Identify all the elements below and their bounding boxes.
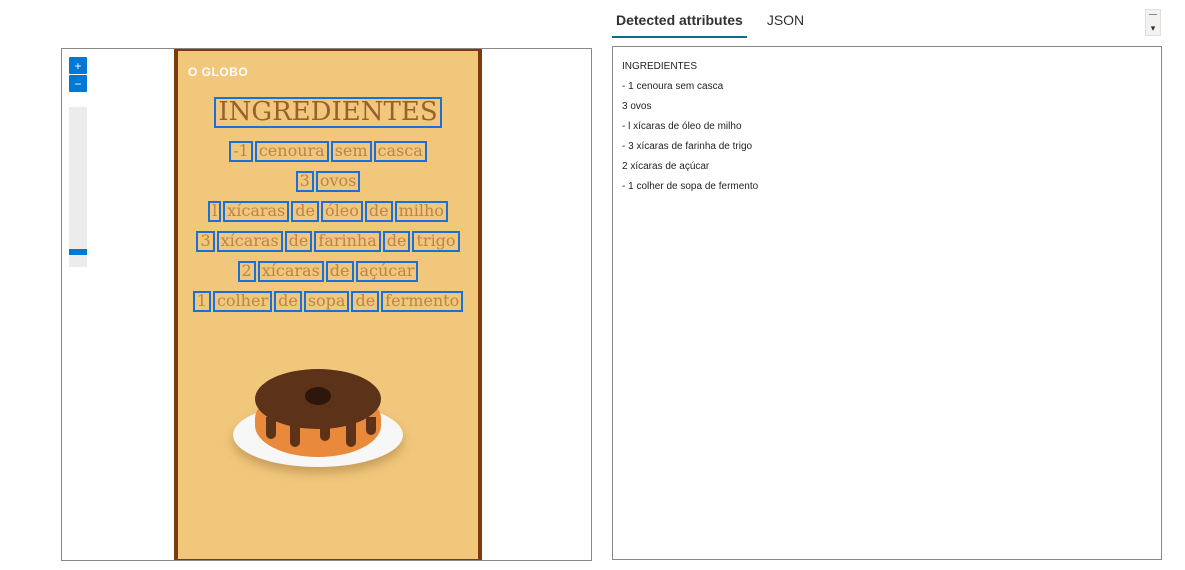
image-viewer: + − O GLOBO INGREDIENTES -1 cenoura sem cas… — [61, 48, 592, 561]
minus-icon: − — [74, 76, 82, 91]
ocr-word-box: de — [325, 261, 354, 282]
ocr-line: 2 xícaras de açúcar — [178, 261, 478, 282]
chevron-down-icon[interactable]: ▾ — [1151, 23, 1156, 33]
ocr-word-box: de — [284, 231, 313, 252]
ocr-word-box: ovos — [315, 171, 361, 192]
plus-icon: + — [74, 58, 82, 73]
ocr-word-box: 1 — [192, 291, 211, 312]
glaze-drip-shape — [320, 417, 330, 441]
cake-illustration — [228, 363, 408, 481]
panel-scroll-control[interactable]: ▾ — [1145, 9, 1161, 36]
tab-json[interactable]: JSON — [763, 2, 808, 38]
ocr-word-box: xícaras — [257, 261, 324, 282]
ocr-word-box: 3 — [295, 171, 314, 192]
ocr-word-box: 2 — [237, 261, 256, 282]
ocr-line: 3 xícaras de farinha de trigo — [178, 231, 478, 252]
ocr-word-box: INGREDIENTES — [214, 97, 442, 129]
zoom-in-button[interactable]: + — [69, 57, 87, 74]
ocr-word-box: -1 — [229, 141, 253, 162]
ocr-line: 3 ovos — [178, 171, 478, 192]
result-line: 2 xícaras de açúcar — [622, 161, 710, 172]
result-tabs: Detected attributes JSON — [612, 0, 824, 38]
ocr-word-box: xícaras — [223, 201, 290, 222]
detected-text-panel: INGREDIENTES - 1 cenoura sem casca 3 ovo… — [612, 46, 1162, 560]
ocr-word-box: óleo — [320, 201, 363, 222]
analyzed-image: O GLOBO INGREDIENTES -1 cenoura sem casca 3… — [174, 49, 482, 560]
zoom-slider-thumb[interactable] — [69, 249, 87, 255]
result-line: 3 ovos — [622, 101, 652, 112]
ocr-word-box: 3 — [196, 231, 215, 252]
ocr-word-box: l — [208, 201, 222, 222]
result-line: - 1 colher de sopa de fermento — [622, 181, 759, 192]
ocr-word-box: colher — [212, 291, 273, 312]
image-brand-logo: O GLOBO — [188, 65, 249, 79]
cake-hole-shape — [305, 387, 331, 405]
ocr-word-box: sem — [330, 141, 372, 162]
glaze-drip-shape — [290, 417, 300, 447]
ocr-word-box: trigo — [412, 231, 460, 252]
ocr-word-box: cenoura — [254, 141, 329, 162]
ocr-word-box: açúcar — [355, 261, 419, 282]
glaze-drip-shape — [266, 417, 276, 439]
ocr-word-box: de — [351, 291, 380, 312]
zoom-slider-track[interactable] — [69, 107, 87, 267]
glaze-drip-shape — [346, 417, 356, 447]
result-line: - l xícaras de óleo de milho — [622, 121, 742, 132]
ocr-word-box: sopa — [303, 291, 350, 312]
ocr-line: l xícaras de óleo de milho — [178, 201, 478, 222]
glaze-drip-shape — [366, 417, 376, 435]
ocr-word-box: fermento — [381, 291, 464, 312]
scroll-track-icon — [1149, 14, 1157, 15]
ocr-word-box: de — [274, 291, 302, 312]
tab-detected-attributes[interactable]: Detected attributes — [612, 2, 747, 38]
ocr-word-box: farinha — [314, 231, 381, 252]
ocr-word-box: milho — [394, 201, 448, 222]
result-line: - 3 xícaras de farinha de trigo — [622, 141, 753, 152]
ocr-word-box: xícaras — [216, 231, 283, 252]
result-line: - 1 cenoura sem casca — [622, 81, 724, 92]
ocr-word-box: de — [291, 201, 319, 222]
ocr-word-box: de — [364, 201, 393, 222]
result-line: INGREDIENTES — [622, 61, 698, 72]
ocr-line: -1 cenoura sem casca — [178, 141, 478, 162]
ocr-line-title: INGREDIENTES — [178, 97, 478, 129]
ocr-word-box: de — [382, 231, 411, 252]
zoom-out-button[interactable]: − — [69, 75, 87, 92]
ocr-line: 1 colher de sopa de fermento — [178, 291, 478, 312]
ocr-word-box: casca — [373, 141, 427, 162]
